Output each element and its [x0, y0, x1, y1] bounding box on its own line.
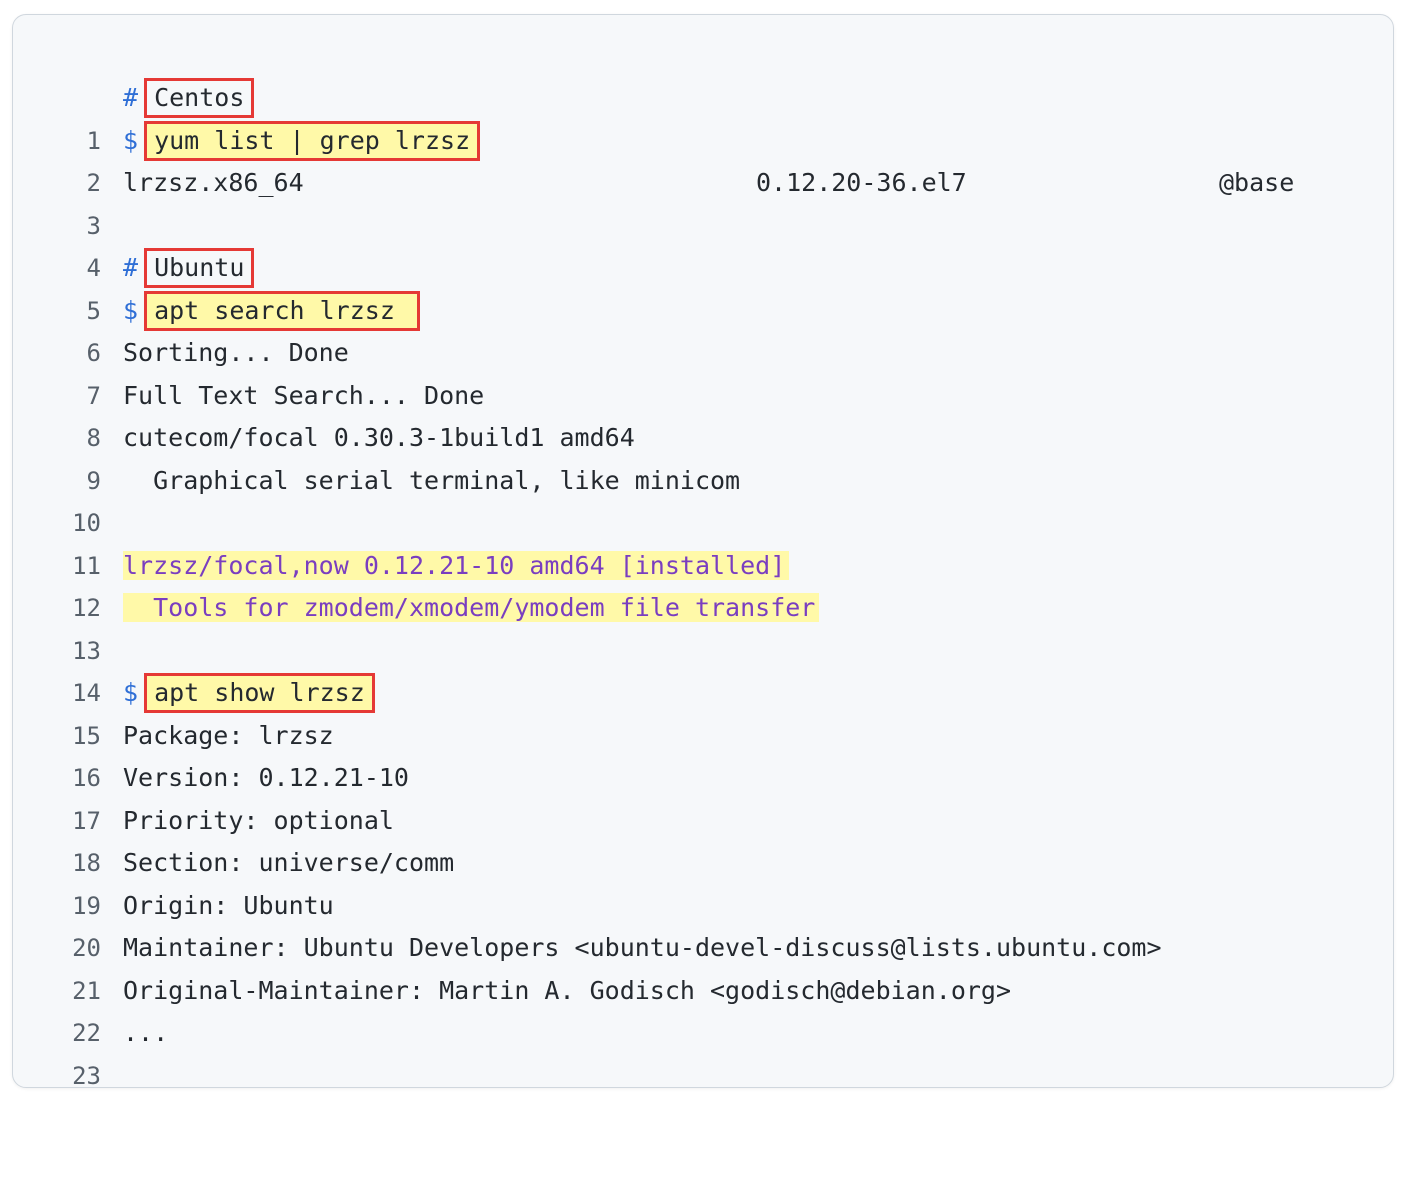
code-line-16: 16 Package: lrzsz: [13, 715, 1393, 793]
code-line-19: 19 Section: universe/comm: [13, 842, 1393, 920]
package-version: 0.12.20-36.el7: [756, 168, 967, 197]
package-name: lrzsz.x86_64: [123, 168, 304, 197]
boxed-command-yum: yum list | grep lrzsz: [144, 120, 481, 161]
line-content: Priority: optional: [123, 805, 394, 835]
line-content: # Centos: [123, 77, 255, 120]
line-content: Section: universe/comm: [123, 848, 455, 877]
prompt-dollar: $: [123, 678, 139, 707]
line-content: lrzsz/focal,now 0.12.21-10 amd64 [instal…: [123, 545, 790, 588]
code-line-4: 4: [13, 205, 1393, 282]
code-line-6: 6 $ apt search lrzsz: [13, 290, 1393, 367]
code-line-8: 8 Full Text Search... Done: [13, 375, 1393, 453]
line-content: cutecom/focal 0.30.3-1build1 amd64: [123, 423, 635, 452]
boxed-command-apt-show: apt show lrzsz: [144, 673, 375, 713]
line-content: # Ubuntu: [123, 247, 255, 290]
code-line-21: 21 Maintainer: Ubuntu Developers <ubuntu…: [13, 927, 1393, 1005]
line-content: Original-Maintainer: Martin A. Godisch <…: [123, 975, 1012, 1005]
code-line-11: 11: [13, 502, 1393, 580]
code-line-9: 9 cutecom/focal 0.30.3-1build1 amd64: [13, 417, 1393, 495]
code-line-5: 5 # Ubuntu: [13, 247, 1393, 325]
code-line-14: 14: [13, 630, 1393, 707]
code-block: 1 # Centos 2 $ yum list | grep lrzsz 3 lrz…: [12, 14, 1394, 1090]
code-line-10: 10 Graphical serial terminal, like minic…: [13, 460, 1393, 538]
code-line-12: 12 lrzsz/focal,now 0.12.21-10 amd64 [ins…: [13, 545, 1393, 622]
boxed-heading-centos: Centos: [144, 78, 255, 118]
code-line-1: 1 # Centos: [13, 77, 1393, 155]
code-line-2: 2 $ yum list | grep lrzsz: [13, 120, 1393, 197]
prompt-dollar: $: [123, 125, 139, 155]
boxed-command-apt-search: apt search lrzsz: [144, 290, 420, 331]
line-content: lrzsz.x86_64 0.12.20-36.el7 @base: [123, 162, 1294, 205]
highlighted-result-line: lrzsz/focal,now 0.12.21-10 amd64 [instal…: [123, 550, 790, 580]
line-content: Graphical serial terminal, like minicom: [123, 465, 741, 495]
code-line-23: 23 ...: [13, 1012, 1393, 1090]
prompt-dollar: $: [123, 295, 139, 325]
line-content: Full Text Search... Done: [123, 380, 485, 410]
code-line-20: 20 Origin: Ubuntu: [13, 885, 1393, 963]
line-content: Package: lrzsz: [123, 720, 334, 750]
code-line-3: 3 lrzsz.x86_64 0.12.20-36.el7 @base: [13, 162, 1393, 240]
code-lines: 1 # Centos 2 $ yum list | grep lrzsz 3 lrz…: [13, 77, 1393, 1090]
code-line-18: 18 Priority: optional: [13, 800, 1393, 878]
line-content: Origin: Ubuntu: [123, 890, 334, 920]
comment-hash: #: [123, 253, 139, 282]
code-line-7: 7 Sorting... Done: [13, 332, 1393, 410]
line-content: Maintainer: Ubuntu Developers <ubuntu-de…: [123, 933, 1162, 962]
comment-hash: #: [123, 83, 139, 112]
code-line-15: 15 $ apt show lrzsz: [13, 672, 1393, 750]
code-line-17: 17 Version: 0.12.21-10: [13, 757, 1393, 835]
line-content: $ apt show lrzsz: [123, 672, 375, 715]
highlighted-result-line: Tools for zmodem/xmodem/ymodem file tran…: [123, 593, 820, 622]
code-line-13: 13 Tools for zmodem/xmodem/ymodem file t…: [13, 587, 1393, 665]
line-content: $ yum list | grep lrzsz: [123, 120, 481, 163]
line-number: 23: [72, 1061, 101, 1090]
line-content: Tools for zmodem/xmodem/ymodem file tran…: [123, 587, 820, 630]
line-content: ...: [123, 1018, 169, 1047]
boxed-heading-ubuntu: Ubuntu: [144, 248, 255, 288]
package-repo: @base: [1219, 168, 1295, 197]
code-line-22: 22 Original-Maintainer: Martin A. Godisc…: [13, 970, 1393, 1048]
line-content: Sorting... Done: [123, 338, 349, 367]
line-content: $ apt search lrzsz: [123, 290, 420, 333]
line-content: Version: 0.12.21-10: [123, 763, 409, 792]
